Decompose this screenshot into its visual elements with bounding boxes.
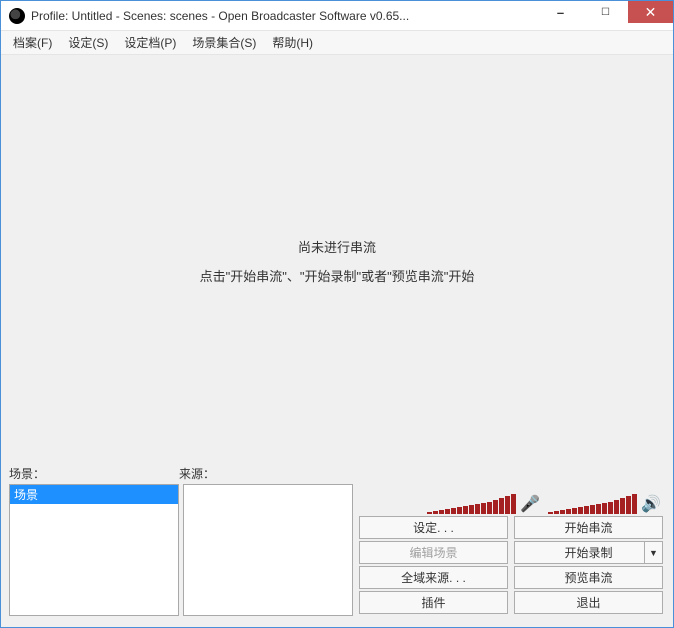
menubar: 档案(F) 设定(S) 设定档(P) 场景集合(S) 帮助(H) bbox=[1, 31, 673, 55]
list-item[interactable]: 场景 bbox=[10, 485, 178, 504]
menu-settings[interactable]: 设定(S) bbox=[60, 32, 116, 53]
client-area: 尚未进行串流 点击"开始串流"、"开始录制"或者"预览串流"开始 场景： 来源：… bbox=[1, 55, 673, 627]
preview-line1: 尚未进行串流 bbox=[298, 237, 376, 256]
menu-file[interactable]: 档案(F) bbox=[5, 32, 60, 53]
maximize-button[interactable]: ☐ bbox=[583, 1, 628, 23]
exit-button[interactable]: 退出 bbox=[514, 591, 663, 614]
window-buttons: – ☐ ✕ bbox=[538, 1, 673, 30]
settings-button[interactable]: 设定. . . bbox=[359, 516, 508, 539]
mic-meter[interactable]: 🎤 bbox=[427, 486, 540, 514]
audio-meters: 🎤 🔊 bbox=[357, 484, 665, 514]
scenes-label: 场景： bbox=[9, 465, 179, 482]
sources-label: 来源： bbox=[179, 465, 349, 482]
start-recording-button[interactable]: 开始录制 ▼ bbox=[514, 541, 663, 564]
sources-listbox[interactable] bbox=[183, 484, 353, 616]
speaker-icon[interactable]: 🔊 bbox=[641, 497, 661, 513]
menu-scene-collections[interactable]: 场景集合(S) bbox=[184, 32, 264, 53]
menu-profiles[interactable]: 设定档(P) bbox=[116, 32, 184, 53]
titlebar[interactable]: Profile: Untitled - Scenes: scenes - Ope… bbox=[1, 1, 673, 31]
window: Profile: Untitled - Scenes: scenes - Ope… bbox=[0, 0, 674, 628]
minimize-button[interactable]: – bbox=[538, 1, 583, 23]
bottom-panel: 场景： 来源： 场景 🎤 bbox=[3, 465, 671, 625]
start-streaming-button[interactable]: 开始串流 bbox=[514, 516, 663, 539]
preview-area: 尚未进行串流 点击"开始串流"、"开始录制"或者"预览串流"开始 bbox=[3, 57, 671, 465]
preview-line2: 点击"开始串流"、"开始录制"或者"预览串流"开始 bbox=[200, 266, 475, 285]
window-title: Profile: Untitled - Scenes: scenes - Ope… bbox=[31, 9, 538, 23]
app-icon bbox=[9, 8, 25, 24]
plugins-button[interactable]: 插件 bbox=[359, 591, 508, 614]
panels: 场景 🎤 bbox=[3, 482, 671, 625]
chevron-down-icon[interactable]: ▼ bbox=[644, 542, 662, 563]
edit-scene-button[interactable]: 编辑场景 bbox=[359, 541, 508, 564]
controls-panel: 🎤 🔊 设定. . . 开始串流 bbox=[357, 484, 665, 619]
mic-icon[interactable]: 🎤 bbox=[520, 497, 540, 513]
scenes-listbox[interactable]: 场景 bbox=[9, 484, 179, 616]
speaker-meter[interactable]: 🔊 bbox=[548, 486, 661, 514]
button-grid: 设定. . . 开始串流 编辑场景 开始录制 ▼ 全域来源. . . bbox=[357, 516, 665, 619]
preview-stream-button[interactable]: 预览串流 bbox=[514, 566, 663, 589]
panel-labels: 场景： 来源： bbox=[3, 465, 671, 482]
menu-help[interactable]: 帮助(H) bbox=[264, 32, 321, 53]
close-button[interactable]: ✕ bbox=[628, 1, 673, 23]
global-sources-button[interactable]: 全域来源. . . bbox=[359, 566, 508, 589]
start-recording-label: 开始录制 bbox=[564, 544, 612, 561]
